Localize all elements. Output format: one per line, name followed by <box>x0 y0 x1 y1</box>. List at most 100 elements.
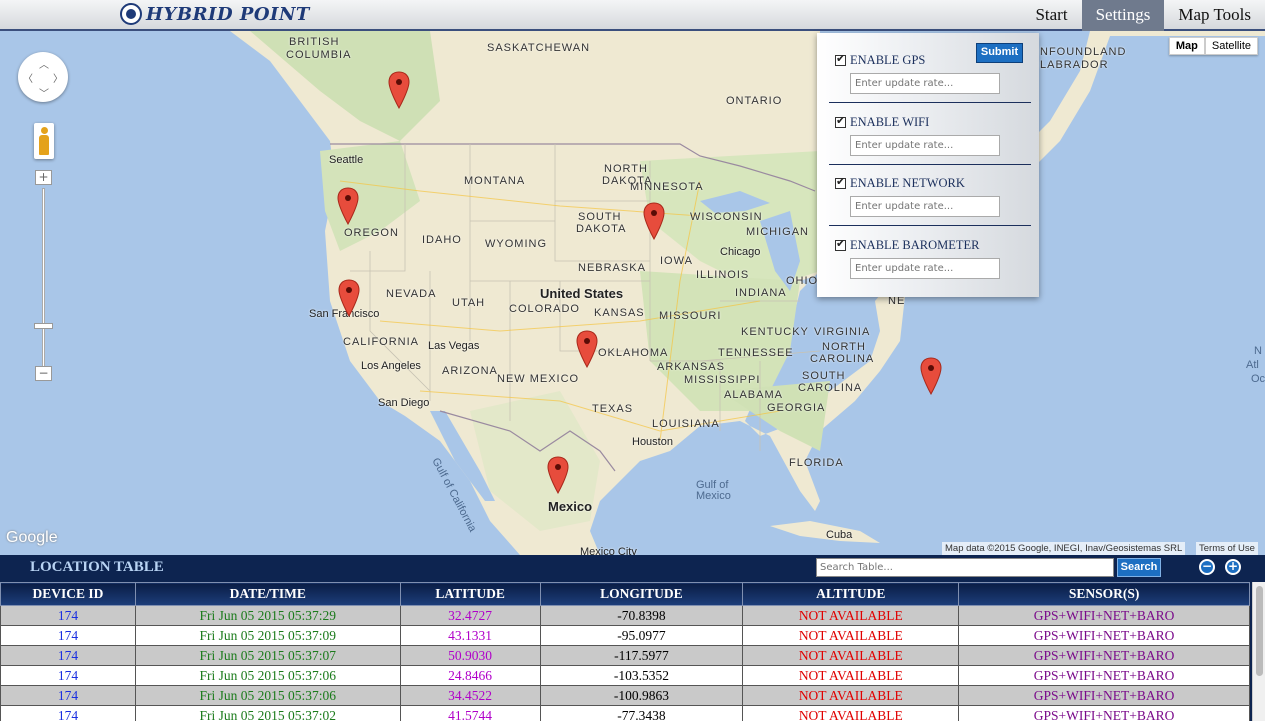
terms-of-use-link[interactable]: Terms of Use <box>1196 542 1258 555</box>
cell-altitude: NOT AVAILABLE <box>742 685 960 706</box>
label-colorado: COLORADO <box>509 303 580 315</box>
location-marker[interactable] <box>643 202 665 240</box>
barometer-update-rate-input[interactable] <box>850 258 1000 279</box>
label-virginia: VIRGINIA <box>814 326 871 338</box>
settings-dropdown: Submit ENABLE GPS ENABLE WIFI ENABLE NET… <box>817 33 1039 297</box>
table-row[interactable]: 174 Fri Jun 05 2015 05:37:06 34.4522 -10… <box>0 685 1250 706</box>
setting-network: ENABLE NETWORK <box>829 156 1031 226</box>
table-row[interactable]: 174 Fri Jun 05 2015 05:37:29 32.4727 -70… <box>0 605 1250 626</box>
location-marker[interactable] <box>388 71 410 109</box>
label-newfoundland-1: NFOUNDLAND <box>1040 46 1127 58</box>
enable-barometer-label: ENABLE BAROMETER <box>850 238 980 252</box>
label-north-carolina-1: NORTH <box>822 341 866 353</box>
cell-sensors: GPS+WIFI+NET+BARO <box>958 605 1250 626</box>
setting-barometer: ENABLE BAROMETER <box>829 218 1029 280</box>
target-logo-icon <box>120 3 142 25</box>
map-type-satellite-button[interactable]: Satellite <box>1204 37 1258 55</box>
search-table-input[interactable] <box>816 558 1114 577</box>
label-tennessee: TENNESSEE <box>718 347 794 359</box>
cell-device-id: 174 <box>0 685 136 706</box>
top-nav-bar: HYBRID POINT Start Settings Map Tools <box>0 0 1265 31</box>
label-san-diego: San Diego <box>378 397 430 409</box>
wifi-update-rate-input[interactable] <box>850 135 1000 156</box>
search-button[interactable]: Search <box>1117 558 1161 577</box>
pan-left-icon[interactable]: 〈 <box>23 70 33 85</box>
cell-sensors: GPS+WIFI+NET+BARO <box>958 665 1250 686</box>
cell-longitude: -103.5352 <box>539 665 744 686</box>
table-row[interactable]: 174 Fri Jun 05 2015 05:37:09 43.1331 -95… <box>0 625 1250 646</box>
collapse-table-button[interactable]: − <box>1199 559 1215 575</box>
cell-altitude: NOT AVAILABLE <box>742 625 960 646</box>
table-scrollbar-thumb[interactable] <box>1256 586 1263 676</box>
label-south-carolina-1: SOUTH <box>802 370 846 382</box>
table-scrollbar[interactable] <box>1252 582 1265 721</box>
cell-longitude: -100.9863 <box>539 685 744 706</box>
map-canvas[interactable]: BRITISH COLUMBIA SASKATCHEWAN NFOUNDLAND… <box>0 31 1265 555</box>
column-header-latitude[interactable]: LATITUDE <box>399 582 541 606</box>
label-arizona: ARIZONA <box>442 365 498 377</box>
table-row[interactable]: 174 Fri Jun 05 2015 05:37:02 41.5744 -77… <box>0 705 1250 721</box>
cell-device-id: 174 <box>0 625 136 646</box>
label-kentucky: KENTUCKY <box>741 326 809 338</box>
column-header-longitude[interactable]: LONGITUDE <box>539 582 744 606</box>
cell-altitude: NOT AVAILABLE <box>742 705 960 721</box>
cell-device-id: 174 <box>0 605 136 626</box>
brand-logo[interactable]: HYBRID POINT <box>120 3 310 25</box>
label-utah: UTAH <box>452 297 486 309</box>
pan-up-icon[interactable]: ︿ <box>39 56 49 71</box>
map-attribution: Map data ©2015 Google, INEGI, Inav/Geosi… <box>942 542 1186 555</box>
map-type-control: Map Satellite <box>1168 37 1258 55</box>
table-row[interactable]: 174 Fri Jun 05 2015 05:37:06 24.8466 -10… <box>0 665 1250 686</box>
map-type-map-button[interactable]: Map <box>1168 37 1205 55</box>
zoom-in-button[interactable]: + <box>35 170 52 185</box>
cell-sensors: GPS+WIFI+NET+BARO <box>958 705 1250 721</box>
label-michigan: MICHIGAN <box>746 226 809 238</box>
label-gulf-of-mexico-2: Mexico <box>696 490 731 502</box>
label-minnesota: MINNESOTA <box>630 181 704 193</box>
column-header-sensors[interactable]: SENSOR(S) <box>958 582 1250 606</box>
enable-wifi-checkbox[interactable] <box>835 114 846 128</box>
zoom-out-button[interactable]: − <box>35 366 52 381</box>
cell-altitude: NOT AVAILABLE <box>742 645 960 666</box>
expand-table-button[interactable]: + <box>1225 559 1241 575</box>
location-marker[interactable] <box>576 330 598 368</box>
label-mississippi: MISSISSIPPI <box>684 374 761 386</box>
network-update-rate-input[interactable] <box>850 196 1000 217</box>
pan-right-icon[interactable]: 〉 <box>53 70 63 85</box>
label-idaho: IDAHO <box>422 234 462 246</box>
map-basemap <box>230 31 1265 555</box>
label-atlantic-1: N <box>1254 345 1262 357</box>
nav-start[interactable]: Start <box>1021 0 1081 31</box>
enable-barometer-checkbox[interactable] <box>835 237 846 251</box>
google-logo[interactable]: Google <box>6 529 58 547</box>
column-header-altitude[interactable]: ALTITUDE <box>742 582 960 606</box>
label-louisiana: LOUISIANA <box>652 418 720 430</box>
pan-control[interactable]: ︿ ﹀ 〈 〉 <box>18 52 68 102</box>
cell-device-id: 174 <box>0 665 136 686</box>
label-missouri: MISSOURI <box>659 310 722 322</box>
location-marker[interactable] <box>920 357 942 395</box>
zoom-slider-thumb[interactable] <box>34 323 53 329</box>
location-marker[interactable] <box>338 279 360 317</box>
label-united-states: United States <box>540 286 624 301</box>
brand-name: HYBRID POINT <box>146 3 310 25</box>
enable-network-checkbox[interactable] <box>835 175 846 189</box>
location-table-panel: LOCATION TABLE Search − + DEVICE ID DATE… <box>0 555 1265 721</box>
location-table: DEVICE ID DATE/TIME LATITUDE LONGITUDE A… <box>0 582 1250 721</box>
column-header-device-id[interactable]: DEVICE ID <box>0 582 136 606</box>
zoom-slider-track[interactable] <box>42 188 45 368</box>
nav-map-tools[interactable]: Map Tools <box>1164 0 1265 31</box>
label-newfoundland-2: LABRADOR <box>1040 59 1109 71</box>
pan-down-icon[interactable]: ﹀ <box>39 85 49 100</box>
label-saskatchewan: SASKATCHEWAN <box>487 42 591 54</box>
table-row[interactable]: 174 Fri Jun 05 2015 05:37:07 50.9030 -11… <box>0 645 1250 666</box>
label-georgia: GEORGIA <box>767 402 826 414</box>
location-marker[interactable] <box>337 187 359 225</box>
enable-gps-checkbox[interactable] <box>835 52 846 66</box>
street-view-pegman-icon[interactable] <box>34 123 54 159</box>
label-south-dakota-2: DAKOTA <box>576 223 627 235</box>
gps-update-rate-input[interactable] <box>850 73 1000 94</box>
location-marker[interactable] <box>547 456 569 494</box>
column-header-date-time[interactable]: DATE/TIME <box>134 582 401 606</box>
nav-settings[interactable]: Settings <box>1081 0 1165 31</box>
